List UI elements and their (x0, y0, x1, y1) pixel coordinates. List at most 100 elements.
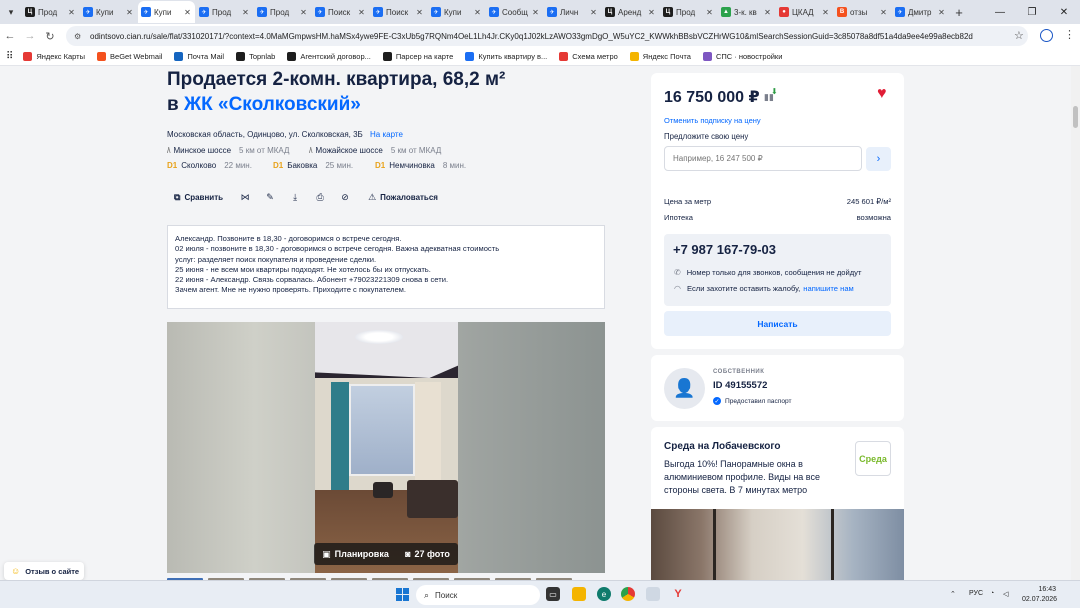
download-icon[interactable]: ⤓ (286, 188, 304, 206)
edge-icon[interactable]: e (597, 587, 611, 601)
browser-tab[interactable]: ✈ Купи ✕ (138, 1, 195, 23)
station-item[interactable]: D1 Баковка 25 мин. (273, 161, 353, 170)
share-icon[interactable]: ⋈ (236, 188, 254, 206)
unsubscribe-price-link[interactable]: Отменить подписку на цену (664, 116, 761, 125)
profile-icon[interactable] (1040, 29, 1053, 42)
bookmark-item[interactable]: Яндекс Карты (23, 52, 85, 61)
offer-submit-button[interactable]: › (866, 147, 891, 171)
tray-chevron-icon[interactable]: ⌃ (950, 590, 956, 598)
bookmark-item[interactable]: Парсер на карте (382, 52, 454, 61)
photo-gallery[interactable]: ▣ Планировка ◙ 27 фото (167, 322, 605, 573)
room-photo[interactable] (315, 322, 458, 573)
bookmark-item[interactable]: Topnlab (236, 52, 275, 61)
site-info-icon[interactable]: ⚙ (74, 32, 84, 41)
favorite-heart-icon[interactable]: ♥ (877, 85, 887, 103)
browser-tab[interactable]: ▲ 3-к. кв ✕ (718, 1, 775, 23)
station-item[interactable]: D1 Сколково 22 мин. (167, 161, 252, 170)
windows-start-icon[interactable] (396, 588, 409, 601)
browser-tab[interactable]: ● ЦКАД ✕ (776, 1, 833, 23)
bookmark-item[interactable]: Схема метро (559, 52, 618, 61)
close-tab-icon[interactable]: ✕ (299, 8, 308, 17)
edit-icon[interactable]: ✎ (261, 188, 279, 206)
browser-tab[interactable]: ✈ Поиск ✕ (370, 1, 427, 23)
page-scrollbar[interactable] (1071, 66, 1080, 580)
close-window-icon[interactable]: ✕ (1048, 0, 1080, 24)
reload-icon[interactable]: ↻ (40, 30, 60, 43)
bookmark-item[interactable]: Агентский договор... (287, 52, 371, 61)
avatar[interactable]: 👤 (664, 368, 705, 409)
taskbar-search[interactable]: ⌕ Поиск (416, 585, 540, 605)
browser-tab[interactable]: ✈ Дмитр ✕ (892, 1, 949, 23)
close-tab-icon[interactable]: ✕ (647, 8, 656, 17)
forward-icon[interactable]: → (20, 30, 40, 42)
close-tab-icon[interactable]: ✕ (705, 8, 714, 17)
offer-price-input[interactable] (664, 146, 862, 171)
close-tab-icon[interactable]: ✕ (821, 8, 830, 17)
maximize-icon[interactable]: ❐ (1016, 0, 1048, 24)
close-tab-icon[interactable]: ✕ (67, 8, 76, 17)
volume-icon[interactable]: ◁ (1003, 590, 1008, 598)
bookmark-item[interactable]: BeGet Webmail (97, 52, 162, 61)
task-view-icon[interactable]: ▭ (546, 587, 560, 601)
browser-menu-icon[interactable]: ⋮ (1064, 28, 1075, 41)
browser-tab[interactable]: Bотзы ✕ (834, 1, 891, 23)
browser-tab[interactable]: ✈ Прод ✕ (196, 1, 253, 23)
layout-button[interactable]: ▣ Планировка (322, 549, 389, 560)
new-tab-button[interactable]: + (950, 5, 968, 20)
clock[interactable]: 16:43 02.07.2026 (1022, 585, 1057, 605)
browser-tab[interactable]: Ц Аренд ✕ (602, 1, 659, 23)
bookmark-label: Парсер на карте (395, 52, 454, 61)
browser-tab[interactable]: ✈ Купи ✕ (428, 1, 485, 23)
owner-id[interactable]: ID 49155572 (713, 380, 767, 391)
wifi-icon[interactable]: ◔ (990, 590, 994, 597)
compare-button[interactable]: ⧉ Сравнить (167, 188, 230, 206)
photos-button[interactable]: ◙ 27 фото (405, 549, 450, 559)
station-item[interactable]: D1 Немчиновка 8 мин. (375, 161, 466, 170)
bookmark-item[interactable]: Купить квартиру в... (465, 52, 547, 61)
close-tab-icon[interactable]: ✕ (879, 8, 888, 17)
close-tab-icon[interactable]: ✕ (531, 8, 540, 17)
close-tab-icon[interactable]: ✕ (937, 8, 946, 17)
tab-search-icon[interactable]: ▾ (0, 0, 22, 24)
ad-card[interactable]: Среда на Лобачевского Выгода 10%! Панора… (651, 427, 904, 580)
yandex-browser-icon[interactable]: Y (671, 587, 685, 601)
close-tab-icon[interactable]: ✕ (125, 8, 134, 17)
write-us-link[interactable]: напишите нам (803, 284, 853, 293)
minimize-icon[interactable]: — (984, 0, 1016, 24)
apps-icon[interactable]: ⠿ (6, 51, 13, 62)
close-tab-icon[interactable]: ✕ (473, 8, 482, 17)
close-tab-icon[interactable]: ✕ (415, 8, 424, 17)
chrome-icon[interactable] (621, 587, 635, 601)
browser-tab[interactable]: ✈ Поиск ✕ (312, 1, 369, 23)
bookmark-item[interactable]: Яндекс Почта (629, 52, 691, 61)
file-explorer-icon[interactable] (572, 587, 586, 601)
phone-number[interactable]: +7 987 167-79-03 (673, 242, 776, 257)
browser-tab[interactable]: ✈ Купи ✕ (80, 1, 137, 23)
browser-tab[interactable]: ✈ Личн ✕ (544, 1, 601, 23)
language-indicator[interactable]: РУС (969, 590, 983, 597)
price-history-icon[interactable]: ▮▮ ⬇ (764, 87, 778, 103)
close-tab-icon[interactable]: ✕ (589, 8, 598, 17)
browser-tab[interactable]: ✈ Прод ✕ (254, 1, 311, 23)
browser-tab[interactable]: Ц Прод ✕ (660, 1, 717, 23)
browser-tab[interactable]: Ц Прод ✕ (22, 1, 79, 23)
hide-icon[interactable]: ⊘ (336, 188, 354, 206)
bookmark-item[interactable]: СПС · новостройки (702, 52, 782, 61)
bookmark-star-icon[interactable]: ☆ (1014, 29, 1024, 42)
complain-button[interactable]: ⚠ Пожаловаться (361, 188, 445, 206)
close-tab-icon[interactable]: ✕ (241, 8, 250, 17)
close-tab-icon[interactable]: ✕ (183, 8, 192, 17)
close-tab-icon[interactable]: ✕ (763, 8, 772, 17)
back-icon[interactable]: ← (0, 30, 20, 42)
close-tab-icon[interactable]: ✕ (357, 8, 366, 17)
notepad-icon[interactable] (646, 587, 660, 601)
bookmark-item[interactable]: Почта Mail (174, 52, 224, 61)
print-icon[interactable]: ⎙ (311, 188, 329, 206)
url-field[interactable]: ⚙ odintsovo.cian.ru/sale/flat/331020171/… (66, 26, 1028, 46)
complex-link[interactable]: ЖК «Сколковский» (184, 94, 361, 115)
map-link[interactable]: На карте (370, 130, 403, 139)
browser-tab[interactable]: ✈ Сообщ ✕ (486, 1, 543, 23)
feedback-button[interactable]: ☺ Отзыв о сайте (4, 562, 84, 580)
scrollbar-thumb[interactable] (1073, 106, 1078, 128)
write-message-button[interactable]: Написать (664, 311, 891, 336)
